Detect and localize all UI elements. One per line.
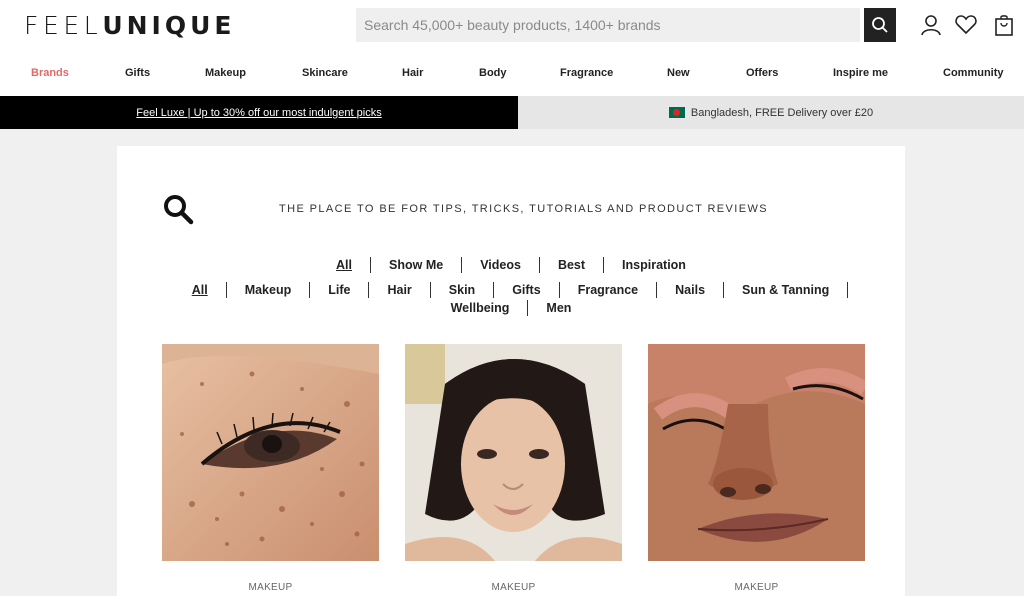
article-category: MAKEUP	[734, 582, 779, 593]
heart-icon	[955, 15, 977, 35]
category-makeup[interactable]: Makeup	[227, 282, 311, 298]
primary-filters: All Show Me Videos Best Inspiration	[117, 257, 905, 273]
site-header: FEELUNIQUE Brands Gifts Makeup Skincare …	[0, 0, 1024, 96]
nav-item-fragrance[interactable]: Fragrance	[560, 67, 613, 79]
inspiration-panel: THE PLACE TO BE FOR TIPS, TRICKS, TUTORI…	[117, 146, 905, 596]
filter-all[interactable]: All	[318, 257, 372, 273]
article-category: MAKEUP	[248, 582, 293, 593]
category-filters-row2: Wellbeing Men	[117, 300, 905, 316]
bag-icon	[995, 15, 1013, 36]
wishlist-button[interactable]	[953, 12, 979, 38]
delivery-text: Bangladesh, FREE Delivery over £20	[690, 106, 874, 119]
category-all[interactable]: All	[174, 282, 227, 298]
nav-item-offers[interactable]: Offers	[746, 67, 778, 79]
search-input[interactable]	[356, 8, 860, 42]
nav-item-gifts[interactable]: Gifts	[125, 67, 150, 79]
account-button[interactable]	[918, 12, 944, 38]
bag-button[interactable]	[991, 12, 1017, 38]
category-filters: All Makeup Life Hair Skin Gifts Fragranc…	[117, 282, 905, 298]
filter-inspiration[interactable]: Inspiration	[604, 257, 704, 273]
filter-videos[interactable]: Videos	[462, 257, 540, 273]
category-gifts[interactable]: Gifts	[494, 282, 560, 298]
category-hair[interactable]: Hair	[369, 282, 431, 298]
filter-best[interactable]: Best	[540, 257, 605, 273]
feelunique-logo[interactable]: FEELUNIQUE	[24, 11, 235, 40]
article-image-pink-eyeshadow[interactable]	[648, 344, 865, 561]
nav-item-brands[interactable]: Brands	[31, 67, 69, 79]
tagline: THE PLACE TO BE FOR TIPS, TRICKS, TUTORI…	[279, 203, 768, 215]
promo-link[interactable]: Feel Luxe | Up to 30% off our most indul…	[136, 107, 381, 119]
nav-item-inspire-me[interactable]: Inspire me	[833, 67, 888, 79]
nav-item-hair[interactable]: Hair	[402, 67, 423, 79]
category-skin[interactable]: Skin	[431, 282, 495, 298]
nav-item-body[interactable]: Body	[479, 67, 507, 79]
article-category: MAKEUP	[491, 582, 536, 593]
search-button[interactable]	[864, 8, 896, 42]
category-sun-tanning[interactable]: Sun & Tanning	[724, 282, 849, 298]
nav-item-new[interactable]: New	[667, 67, 690, 79]
magnifier-icon	[164, 195, 194, 225]
search-icon	[872, 17, 888, 33]
category-fragrance[interactable]: Fragrance	[560, 282, 658, 298]
filter-show-me[interactable]: Show Me	[371, 257, 463, 273]
category-life[interactable]: Life	[310, 282, 370, 298]
promo-banner: Feel Luxe | Up to 30% off our most indul…	[0, 96, 518, 129]
account-icon	[921, 15, 941, 36]
nav-item-makeup[interactable]: Makeup	[205, 67, 246, 79]
main-nav: Brands Gifts Makeup Skincare Hair Body F…	[0, 64, 1024, 84]
article-image-bob-portrait[interactable]	[405, 344, 622, 561]
article-image-freckled-eye[interactable]	[162, 344, 379, 561]
bangladesh-flag-icon	[668, 107, 685, 118]
nav-item-community[interactable]: Community	[943, 67, 1004, 79]
category-men[interactable]: Men	[528, 300, 589, 316]
category-wellbeing[interactable]: Wellbeing	[433, 300, 529, 316]
category-nails[interactable]: Nails	[657, 282, 725, 298]
nav-item-skincare[interactable]: Skincare	[302, 67, 348, 79]
delivery-banner: Bangladesh, FREE Delivery over £20	[518, 96, 1024, 129]
